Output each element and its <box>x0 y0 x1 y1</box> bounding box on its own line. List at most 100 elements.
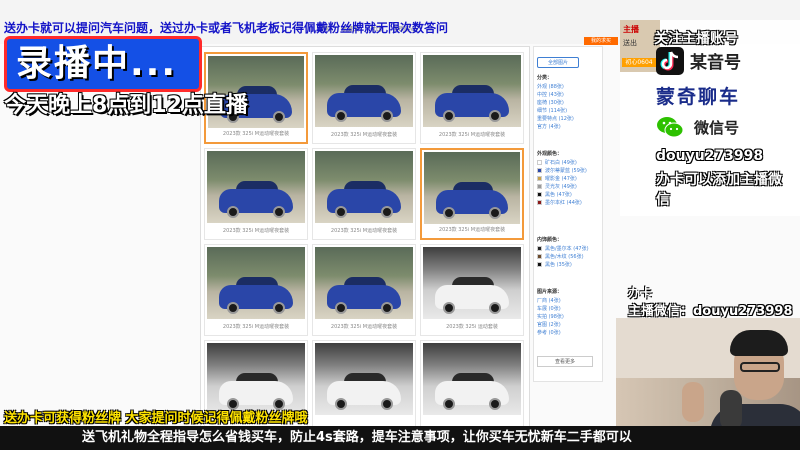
gallery-photo-tile[interactable]: 2023款 325i M运动曜夜套装 <box>204 244 308 336</box>
car-wheel <box>489 110 502 122</box>
car-wheel <box>443 207 456 219</box>
fan-badge-notice: 送办卡可获得粉丝牌 大家提问时候记得佩戴粉丝牌哦 <box>4 411 308 426</box>
car-wheel <box>442 398 455 410</box>
filter-option[interactable]: 曜影金 (47张) <box>537 175 587 183</box>
color-swatch <box>537 168 542 173</box>
account-name: 蒙奇聊车 <box>656 86 741 108</box>
car-wheel <box>381 206 394 218</box>
recording-badge-label: 录播中... <box>16 43 178 84</box>
gift-notice-title: 主播 <box>623 25 639 34</box>
car-wheel <box>442 302 455 314</box>
car-wheel <box>489 302 502 314</box>
filter-option[interactable]: 黑色 (47张) <box>537 191 587 199</box>
car-photo <box>424 152 520 224</box>
filter-option-label: 细节 (114张) <box>537 108 568 114</box>
filter-section: 分类： 外观 (88张) 中控 (43张) 座椅 (30张) 细节 (114张) 重要特点… <box>537 74 574 131</box>
filter-option-label: 外观 (88张) <box>537 84 564 90</box>
car-photo <box>315 55 413 127</box>
filter-option[interactable]: 黑色 (35张) <box>537 261 589 269</box>
wechat-icon <box>657 117 684 138</box>
filter-option[interactable]: 座椅 (30张) <box>537 99 574 107</box>
color-swatch <box>537 160 542 165</box>
filter-option[interactable]: 中控 (43张) <box>537 91 574 99</box>
car-wheel <box>488 207 501 219</box>
gallery-photo-tile[interactable] <box>312 340 416 432</box>
car-wheel <box>334 110 347 122</box>
filter-option-label: 曜影金 (47张) <box>545 176 577 182</box>
photo-caption: 2023款 325i M运动曜夜套装 <box>222 324 290 330</box>
website-action-button[interactable]: 我的求买 <box>584 37 618 45</box>
filter-option-label: 官方 (4张) <box>537 124 561 130</box>
filter-option[interactable]: 车展 (0张) <box>537 305 564 313</box>
filter-option[interactable]: 黑色/木纹 (56张) <box>537 253 589 261</box>
color-swatch <box>537 176 542 181</box>
gallery-photo-tile[interactable]: 2023款 325i M运动曜夜套装 <box>312 148 416 240</box>
gallery-photo-tile[interactable]: 2023款 325i M运动曜夜套装 <box>420 148 524 240</box>
filter-option-label: 墨尔本红 (44张) <box>545 200 582 206</box>
filter-option[interactable]: 波尔蒂蒙蓝 (59张) <box>537 167 587 175</box>
webcam-feed <box>616 318 800 436</box>
filter-option[interactable]: 外观 (88张) <box>537 83 574 91</box>
filter-option[interactable]: 厂商 (4张) <box>537 297 564 305</box>
color-swatch <box>537 262 542 267</box>
live-schedule-text: 今天晚上8点到12点直播 <box>4 93 248 118</box>
stream-frame: 搜索 收藏夹 对比 帮助中心 我的求买 送办卡就可以提问汽车问题，送过办卡或者飞… <box>0 0 800 450</box>
gift-notice-user: 初心0604 <box>622 58 656 67</box>
gallery-photo-tile[interactable] <box>420 340 524 432</box>
filter-option-label: 灵光灰 (49张) <box>545 184 577 190</box>
car-wheel <box>334 206 347 218</box>
car-wheel <box>381 398 394 410</box>
car-photo <box>207 151 305 223</box>
filter-option[interactable]: 矿石白 (49张) <box>537 159 587 167</box>
filter-section: 内饰颜色： 黑色/墨尔本 (47张) 黑色/木纹 (56张) 黑色 (35张) <box>537 236 589 269</box>
car-wheel <box>273 206 286 218</box>
photo-caption: 2023款 325i M运动曜夜套装 <box>330 132 398 138</box>
gallery-photo-tile[interactable]: 2023款 325i M运动曜夜套装 <box>204 148 308 240</box>
top-ticker-text: 送办卡就可以提问汽车问题，送过办卡或者飞机老板记得佩戴粉丝牌就无限次数答问 <box>4 21 449 35</box>
gallery-photo-tile[interactable]: 2023款 325i 运动套装 <box>420 244 524 336</box>
filter-option[interactable]: 实拍 (98张) <box>537 313 564 321</box>
webcam-hair <box>730 330 788 356</box>
filter-option-label: 车展 (0张) <box>537 306 561 312</box>
filter-option[interactable]: 官图 (2张) <box>537 321 564 329</box>
filter-option-label: 黑色 (35张) <box>545 262 572 268</box>
car-photo <box>207 343 305 415</box>
microphone <box>720 390 742 430</box>
gallery-photo-tile[interactable]: 2023款 325i M运动曜夜套装 <box>312 244 416 336</box>
filter-section: 图片来源： 厂商 (4张) 车展 (0张) 实拍 (98张) 官图 (2张) 参考 (0张… <box>537 288 564 337</box>
filter-option[interactable]: 参考 (0张) <box>537 329 564 337</box>
webcam-glasses <box>740 362 780 372</box>
gallery-photo-tile[interactable]: 2023款 325i M运动曜夜套装 <box>312 52 416 144</box>
car-wheel <box>442 110 455 122</box>
douyin-icon <box>656 47 684 75</box>
filter-option-label: 重要特点 (12张) <box>537 116 574 122</box>
photo-caption: 2023款 325i M运动曜夜套装 <box>330 324 398 330</box>
filter-option-label: 厂商 (4张) <box>537 298 561 304</box>
filter-option[interactable]: 灵光灰 (49张) <box>537 183 587 191</box>
car-photo <box>315 151 413 223</box>
photo-caption: 2023款 325i 运动套装 <box>446 324 498 330</box>
filter-option[interactable]: 墨尔本红 (44张) <box>537 199 587 207</box>
gift-notice-action: 送出 <box>623 39 637 47</box>
filter-section-title: 外观颜色： <box>537 151 563 157</box>
filter-option-label: 参考 (0张) <box>537 330 561 336</box>
filter-option[interactable]: 黑色/墨尔本 (47张) <box>537 245 589 253</box>
wechat-label: 微信号 <box>694 119 740 137</box>
color-swatch <box>537 200 542 205</box>
membership-note: 办卡可以添加主播微信 <box>656 172 782 208</box>
filter-option-label: 矿石白 (49张) <box>545 160 577 166</box>
filter-option[interactable]: 官方 (4张) <box>537 123 574 131</box>
filter-section-title: 分类： <box>537 75 553 81</box>
filter-section-title: 图片来源： <box>537 289 563 295</box>
view-more-button[interactable]: 查看更多 <box>537 356 593 367</box>
filter-option-label: 实拍 (98张) <box>537 314 564 320</box>
all-photos-button[interactable]: 全部图片 <box>537 57 579 68</box>
photo-caption: 2023款 325i M运动曜夜套装 <box>438 132 506 138</box>
filter-option[interactable]: 细节 (114张) <box>537 107 574 115</box>
car-photo <box>315 343 413 415</box>
photo-caption: 2023款 325i M运动曜夜套装 <box>330 228 398 234</box>
filter-option[interactable]: 重要特点 (12张) <box>537 115 574 123</box>
scrolling-banner-text: 主播微信：douyu273998 <box>628 304 793 319</box>
gallery-photo-tile[interactable]: 2023款 325i M运动曜夜套装 <box>420 52 524 144</box>
filter-option-label: 官图 (2张) <box>537 322 561 328</box>
